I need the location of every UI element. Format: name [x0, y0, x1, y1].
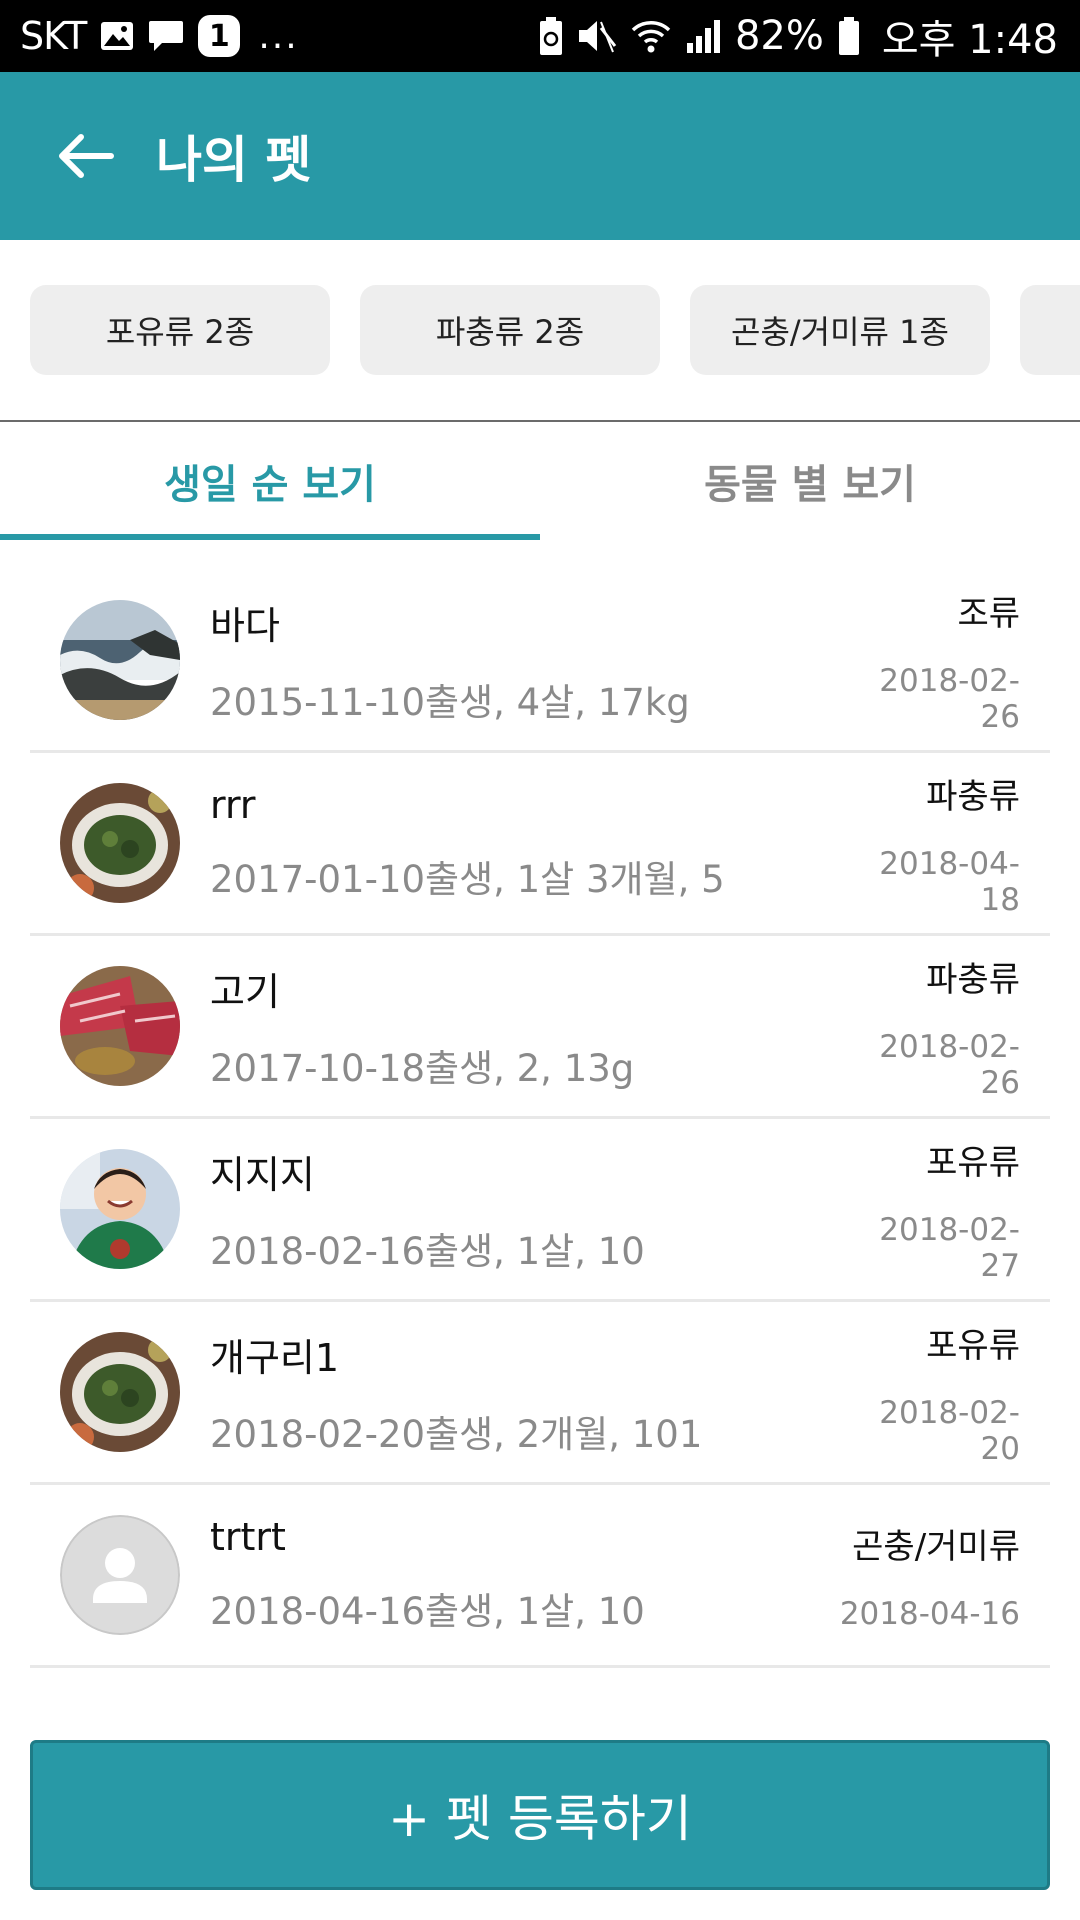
food-plate-photo-avatar [60, 783, 180, 903]
clock: 오후 1:48 [881, 17, 1058, 63]
pet-text: 바다 2015-11-10출생, 4살, 17kg [210, 595, 850, 726]
pet-text: 지지지 2018-02-16출생, 1살, 10 [210, 1144, 850, 1275]
food-plate-photo-avatar [60, 1332, 180, 1452]
list-item[interactable]: trtrt 2018-04-16출생, 1살, 10 곤충/거미류 2018-0… [30, 1485, 1050, 1668]
pet-date: 2018-02-20 [879, 1394, 1020, 1467]
chip-reptile[interactable]: 파충류 2종 [360, 285, 660, 375]
pet-text: rrr 2017-01-10출생, 1살 3개월, 5 [210, 783, 850, 903]
pet-info: 2018-02-20출생, 2개월, 101 [210, 1412, 703, 1456]
list-item[interactable]: 고기 2017-10-18출생, 2, 13g 파충류 2018-02-26 [30, 936, 1050, 1119]
arrow-left-icon [59, 134, 114, 178]
pet-type: 조류 [957, 593, 1020, 634]
tab-birthday-order[interactable]: 생일 순 보기 [0, 422, 540, 540]
chip-mammal[interactable]: 포유류 2종 [30, 285, 330, 375]
battery-icon [838, 17, 860, 55]
pet-type: 파충류 [926, 959, 1020, 1000]
list-item[interactable]: 바다 2015-11-10출생, 4살, 17kg 조류 2018-02-26 [30, 570, 1050, 753]
pet-meta: 파충류 2018-02-26 [850, 952, 1050, 1101]
pet-name: 개구리1 [210, 1335, 340, 1380]
pet-date: 2018-04-16 [839, 1595, 1020, 1632]
pet-meta: 조류 2018-02-26 [850, 586, 1050, 735]
pet-type: 포유류 [926, 1325, 1020, 1366]
pet-meta: 파충류 2018-04-18 [850, 769, 1050, 918]
list-item[interactable]: 개구리1 2018-02-20출생, 2개월, 101 포유류 2018-02-… [30, 1302, 1050, 1485]
more-notifications: ... [258, 15, 299, 57]
pet-date: 2018-02-27 [879, 1211, 1020, 1284]
page-title: 나의 펫 [156, 131, 312, 189]
gallery-icon [100, 21, 134, 51]
pet-info: 2018-02-16출생, 1살, 10 [210, 1229, 645, 1273]
meat-photo-avatar [60, 966, 180, 1086]
pet-date: 2018-02-26 [879, 662, 1020, 735]
carrier-label: SKT [20, 14, 87, 58]
pet-info: 2015-11-10출생, 4살, 17kg [210, 680, 690, 724]
pet-type: 파충류 [926, 776, 1020, 817]
status-right: 82% 오후 1:48 [539, 7, 1058, 65]
signal-icon [685, 19, 721, 53]
default-avatar-icon [60, 1515, 180, 1635]
pet-meta: 포유류 2018-02-20 [850, 1318, 1050, 1467]
pet-text: trtrt 2018-04-16출생, 1살, 10 [210, 1515, 810, 1635]
chip-next-partial[interactable] [1020, 285, 1080, 375]
pet-date: 2018-02-26 [879, 1028, 1020, 1101]
pet-name: 고기 [210, 969, 280, 1014]
pet-type: 포유류 [926, 1142, 1020, 1183]
status-bar: SKT 1 ... 82% 오후 1:48 [0, 0, 1080, 72]
view-tabs: 생일 순 보기 동물 별 보기 [0, 420, 1080, 540]
pet-name: 바다 [210, 603, 280, 648]
pet-meta: 포유류 2018-02-27 [850, 1135, 1050, 1284]
back-button[interactable] [30, 101, 140, 211]
sea-photo-avatar [60, 600, 180, 720]
pet-text: 고기 2017-10-18출생, 2, 13g [210, 961, 850, 1092]
pet-name: rrr [210, 783, 256, 827]
pet-date: 2018-04-18 [879, 845, 1020, 918]
mute-icon [577, 18, 617, 54]
pet-text: 개구리1 2018-02-20출생, 2개월, 101 [210, 1327, 850, 1458]
battery-saver-icon [539, 17, 563, 55]
pet-meta: 곤충/거미류 2018-04-16 [810, 1519, 1050, 1632]
register-pet-button[interactable]: + 펫 등록하기 [30, 1740, 1050, 1890]
pet-name: trtrt [210, 1515, 286, 1559]
list-item[interactable]: 지지지 2018-02-16출생, 1살, 10 포유류 2018-02-27 [30, 1119, 1050, 1302]
notification-badge-icon: 1 [198, 15, 241, 57]
list-item[interactable]: rrr 2017-01-10출생, 1살 3개월, 5 파충류 2018-04-… [30, 753, 1050, 936]
chip-insect-spider[interactable]: 곤충/거미류 1종 [690, 285, 990, 375]
pet-info: 2017-10-18출생, 2, 13g [210, 1046, 635, 1090]
tab-by-animal[interactable]: 동물 별 보기 [540, 422, 1080, 540]
pet-name: 지지지 [210, 1152, 315, 1197]
wifi-icon [631, 18, 671, 54]
status-left: SKT 1 ... [20, 14, 299, 58]
child-photo-avatar [60, 1149, 180, 1269]
message-icon [148, 19, 184, 53]
pet-info: 2018-04-16출생, 1살, 10 [210, 1590, 645, 1633]
pet-list: 바다 2015-11-10출생, 4살, 17kg 조류 2018-02-26 … [30, 570, 1050, 1668]
pet-info: 2017-01-10출생, 1살 3개월, 5 [210, 858, 725, 901]
app-bar: 나의 펫 [0, 72, 1080, 240]
pet-type: 곤충/거미류 [852, 1526, 1020, 1567]
battery-percent: 82% [734, 13, 824, 59]
category-chip-row: 포유류 2종 파충류 2종 곤충/거미류 1종 [0, 240, 1080, 420]
